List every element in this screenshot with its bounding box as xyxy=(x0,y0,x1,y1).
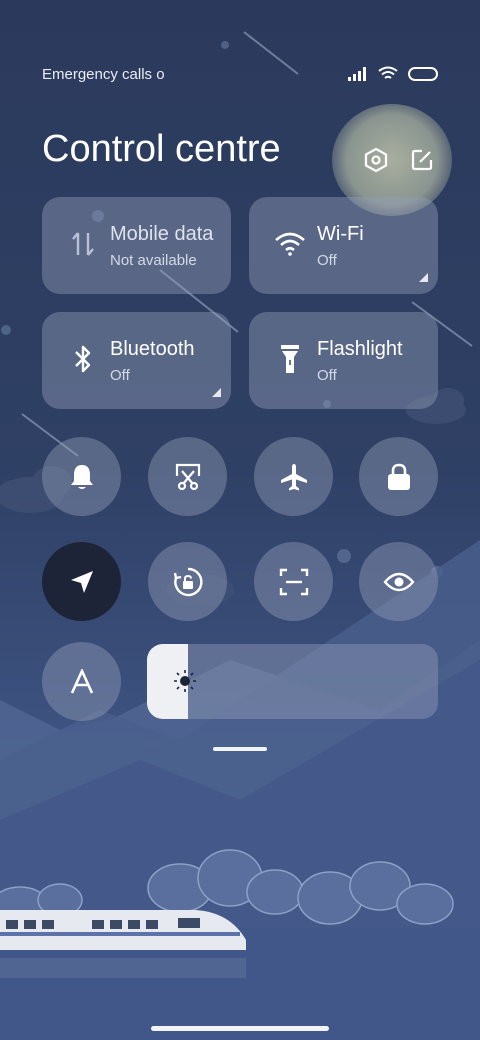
tile-bluetooth[interactable]: Bluetooth Off xyxy=(42,312,231,409)
airplane-icon xyxy=(280,463,307,490)
toggle-ringer[interactable] xyxy=(42,437,121,516)
battery-icon xyxy=(408,66,438,81)
toggle-scanner[interactable] xyxy=(254,542,333,621)
signal-icon xyxy=(348,66,366,81)
scan-icon xyxy=(279,568,308,595)
tile-state: Not available xyxy=(110,252,197,269)
mobile-data-icon xyxy=(66,227,100,261)
edit-button[interactable] xyxy=(406,144,438,176)
tile-mobile-data[interactable]: Mobile data Not available xyxy=(42,197,231,294)
lock-icon xyxy=(387,463,410,490)
eye-icon xyxy=(382,572,415,591)
drag-handle[interactable] xyxy=(213,747,267,751)
tile-flashlight[interactable]: Flashlight Off xyxy=(249,312,438,409)
toggle-rotation-lock[interactable] xyxy=(148,542,227,621)
status-bar: Emergency calls o xyxy=(42,66,438,86)
train-illustration xyxy=(0,910,246,978)
tile-wifi[interactable]: Wi-Fi Off xyxy=(249,197,438,294)
bell-icon xyxy=(70,464,93,489)
wifi-icon xyxy=(273,227,307,261)
tile-name: Mobile data xyxy=(110,223,214,245)
carrier-text: Emergency calls o xyxy=(42,66,165,83)
expand-corner-icon[interactable] xyxy=(212,388,221,397)
tile-name: Wi-Fi xyxy=(317,223,364,245)
rotation-lock-icon xyxy=(173,567,203,596)
toggle-screenshot[interactable] xyxy=(148,437,227,516)
home-indicator[interactable] xyxy=(151,1026,329,1031)
wifi-status-icon xyxy=(378,66,398,79)
toggle-airplane-mode[interactable] xyxy=(254,437,333,516)
edit-icon xyxy=(411,149,433,171)
tile-state: Off xyxy=(110,367,130,384)
tile-state: Off xyxy=(317,252,337,269)
expand-corner-icon[interactable] xyxy=(419,273,428,282)
tile-name: Bluetooth xyxy=(110,338,195,360)
toggle-lock-screen[interactable] xyxy=(359,437,438,516)
flashlight-icon xyxy=(273,342,307,376)
settings-hexagon-icon xyxy=(364,147,388,173)
toggle-location[interactable] xyxy=(42,542,121,621)
status-icons xyxy=(348,66,438,81)
bluetooth-icon xyxy=(66,342,100,376)
location-arrow-icon xyxy=(70,570,93,593)
toggle-font-size[interactable] xyxy=(42,642,121,721)
brightness-sun-icon xyxy=(174,670,196,692)
settings-button[interactable] xyxy=(360,144,392,176)
tile-state: Off xyxy=(317,367,337,384)
screenshot-scissors-icon xyxy=(175,463,200,490)
font-A-icon xyxy=(70,668,93,694)
toggle-reading-mode[interactable] xyxy=(359,542,438,621)
page-title: Control centre xyxy=(42,128,281,170)
tile-name: Flashlight xyxy=(317,338,403,360)
brightness-slider[interactable] xyxy=(147,644,438,719)
